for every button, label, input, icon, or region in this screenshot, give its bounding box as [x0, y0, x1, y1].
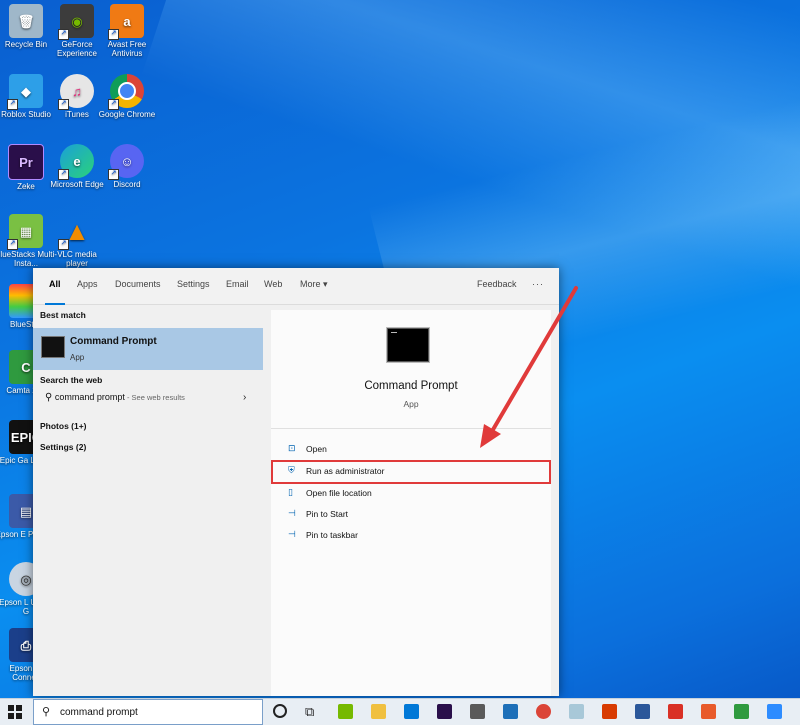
taskbar-mail-icon[interactable]	[404, 704, 419, 719]
search-icon: ⚲	[42, 706, 51, 718]
windows-start-icon[interactable]	[8, 705, 22, 719]
taskbar-zoom-icon[interactable]	[767, 704, 782, 719]
cortana-icon[interactable]	[273, 704, 287, 718]
taskbar-office-icon[interactable]	[602, 704, 617, 719]
taskbar: ⚲ command prompt ⧉	[0, 698, 800, 725]
taskbar-calculator-icon[interactable]	[470, 704, 485, 719]
taskbar-snagit-icon[interactable]	[668, 704, 683, 719]
annotation-arrow	[480, 286, 578, 448]
taskbar-premiere-icon[interactable]	[437, 704, 452, 719]
taskbar-word-icon[interactable]	[635, 704, 650, 719]
taskbar-nvidia-icon[interactable]	[338, 704, 353, 719]
task-view-icon[interactable]: ⧉	[305, 704, 314, 720]
taskbar-app-icon[interactable]	[503, 704, 518, 719]
taskbar-search-box[interactable]: ⚲ command prompt	[33, 699, 263, 725]
taskbar-file-explorer-icon[interactable]	[371, 704, 386, 719]
taskbar-snagit-editor-icon[interactable]	[701, 704, 716, 719]
taskbar-camtasia-icon[interactable]	[734, 704, 749, 719]
taskbar-chrome-icon[interactable]	[536, 704, 551, 719]
taskbar-notepad-icon[interactable]	[569, 704, 584, 719]
search-input-text: command prompt	[60, 707, 138, 718]
